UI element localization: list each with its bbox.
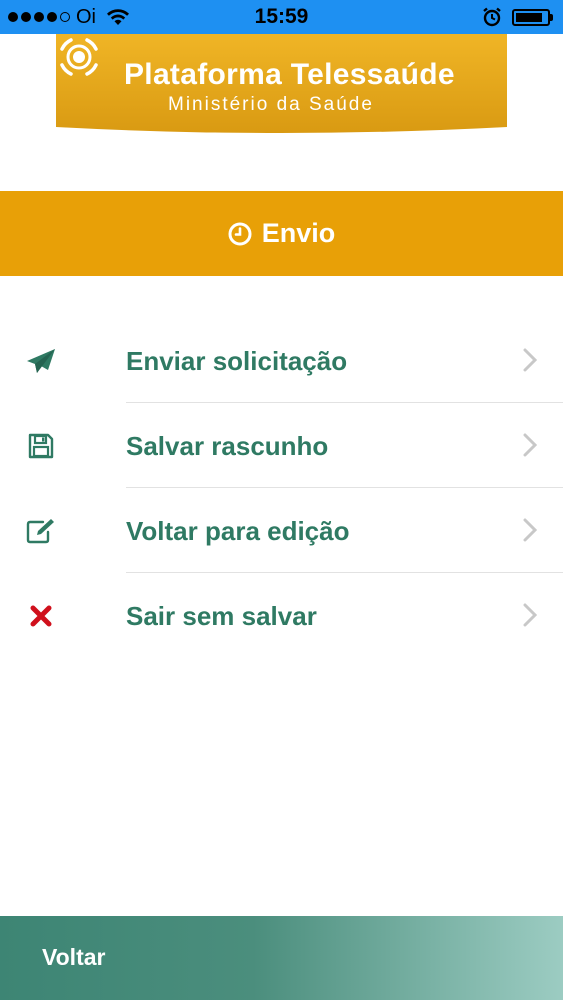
chevron-right-icon: [523, 603, 537, 627]
back-button[interactable]: Voltar: [42, 944, 105, 971]
bottom-bar: Voltar: [0, 916, 563, 1000]
section-header: Envio: [0, 191, 563, 276]
menu-item-label: Salvar rascunho: [126, 431, 329, 461]
menu-item-voltar-para-edicao[interactable]: Voltar para edição: [0, 488, 563, 573]
menu-item-label: Enviar solicitação: [126, 346, 348, 376]
clock-icon: [228, 222, 252, 245]
banner-subtitle: Ministério da Saúde: [168, 94, 374, 115]
status-time: 15:59: [254, 5, 309, 28]
chevron-right-icon: [523, 348, 537, 372]
floppy-disk-icon: [28, 433, 54, 459]
battery-icon: [512, 8, 553, 26]
status-right: [482, 7, 553, 27]
banner-title: Plataforma Telessaúde: [124, 58, 455, 91]
paper-plane-icon: [27, 349, 55, 373]
section-title: Envio: [261, 218, 336, 248]
action-menu: Enviar solicitação Salvar rascunho Volta…: [0, 318, 563, 658]
app-banner: Plataforma Telessaúde Ministério da Saúd…: [56, 34, 507, 134]
alarm-clock-icon: [483, 7, 501, 27]
menu-item-label: Voltar para edição: [126, 516, 350, 546]
menu-item-label: Sair sem salvar: [126, 601, 317, 631]
menu-item-enviar-solicitacao[interactable]: Enviar solicitação: [0, 318, 563, 403]
screen: Oi 15:59 Plataforma Telessaúde Ministéri…: [0, 0, 563, 1000]
menu-item-sair-sem-salvar[interactable]: Sair sem salvar: [0, 573, 563, 658]
close-icon: [30, 605, 52, 627]
chevron-right-icon: [523, 518, 537, 542]
telessaude-logo-icon: [60, 38, 98, 76]
menu-item-salvar-rascunho[interactable]: Salvar rascunho: [0, 403, 563, 488]
status-bar: Oi 15:59: [0, 0, 563, 34]
chevron-right-icon: [523, 433, 537, 457]
edit-icon: [26, 519, 54, 544]
